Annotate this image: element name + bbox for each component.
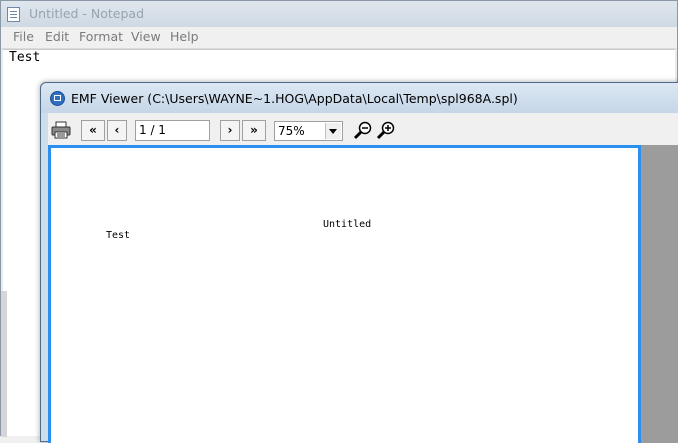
emf-viewer-icon	[50, 91, 65, 106]
viewer-toolbar: « ‹ 1 / 1 › » 75%	[48, 115, 678, 145]
next-page-button[interactable]: ›	[220, 120, 240, 141]
notepad-scrollbar[interactable]	[1, 291, 7, 437]
notepad-menu-bar: File Edit Format View Help	[1, 27, 677, 49]
menu-view[interactable]: View	[131, 29, 161, 44]
notepad-title-bar[interactable]: Untitled - Notepad	[1, 1, 677, 27]
last-page-button[interactable]: »	[242, 120, 266, 141]
previous-page-button[interactable]: ‹	[107, 120, 127, 141]
preview-area[interactable]: Untitled Test	[48, 145, 678, 443]
page-body-text: Test	[106, 230, 131, 241]
zoom-select[interactable]: 75%	[274, 121, 343, 141]
notepad-content: Test	[9, 50, 41, 65]
menu-format[interactable]: Format	[79, 29, 123, 44]
notepad-icon	[7, 7, 20, 22]
page-number-field[interactable]: 1 / 1	[135, 120, 210, 141]
chevron-down-icon[interactable]	[325, 123, 341, 139]
preview-page: Untitled Test	[48, 145, 641, 443]
menu-file[interactable]: File	[13, 29, 34, 44]
emf-viewer-client: « ‹ 1 / 1 › » 75% Untitled Test	[48, 113, 678, 443]
print-button[interactable]	[50, 120, 72, 141]
emf-viewer-title: EMF Viewer (C:\Users\WAYNE~1.HOG\AppData…	[71, 91, 518, 106]
first-page-button[interactable]: «	[81, 120, 105, 141]
notepad-title: Untitled - Notepad	[29, 6, 145, 21]
zoom-value: 75%	[278, 124, 305, 138]
emf-viewer-window: EMF Viewer (C:\Users\WAYNE~1.HOG\AppData…	[40, 82, 678, 443]
zoom-in-icon	[376, 121, 395, 140]
zoom-in-button[interactable]	[375, 120, 397, 141]
printer-icon	[51, 121, 71, 139]
emf-viewer-title-bar[interactable]: EMF Viewer (C:\Users\WAYNE~1.HOG\AppData…	[41, 83, 678, 113]
page-header-text: Untitled	[323, 219, 372, 230]
zoom-out-button[interactable]	[352, 120, 374, 141]
menu-edit[interactable]: Edit	[45, 29, 69, 44]
menu-help[interactable]: Help	[170, 29, 199, 44]
zoom-out-icon	[353, 121, 372, 140]
